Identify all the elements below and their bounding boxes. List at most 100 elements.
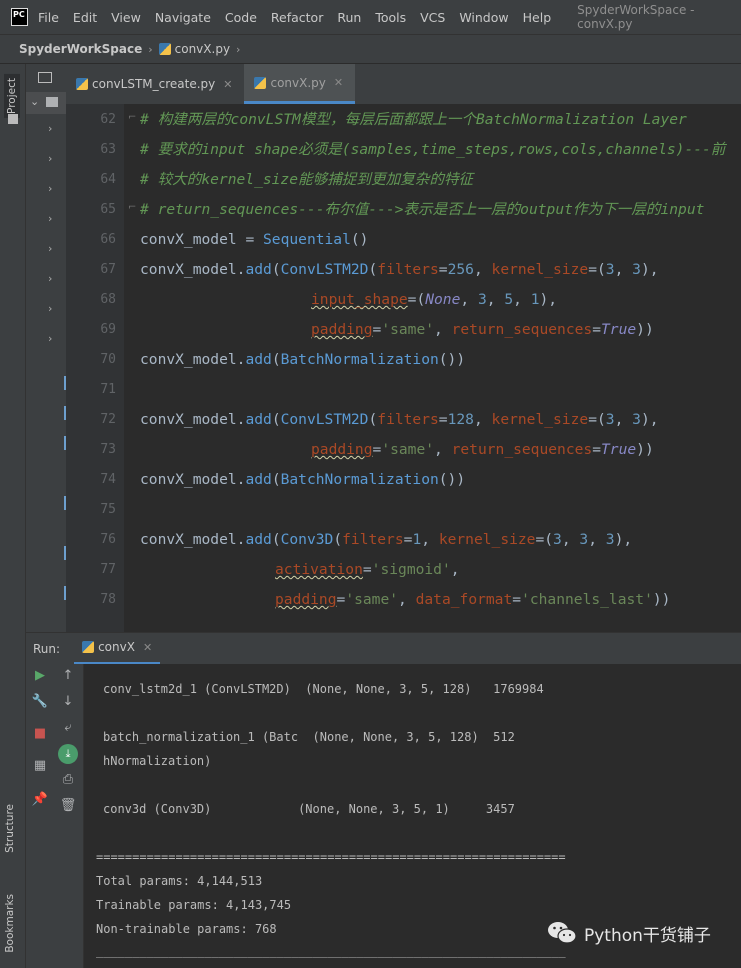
- close-icon[interactable]: ✕: [334, 76, 343, 89]
- scroll-to-end-icon[interactable]: ⤓: [58, 744, 78, 764]
- menu-window[interactable]: Window: [459, 10, 508, 25]
- tree-row[interactable]: ›: [26, 332, 66, 352]
- breadcrumb-project[interactable]: SpyderWorkSpace: [19, 42, 142, 56]
- trash-icon[interactable]: 🗑: [54, 798, 82, 820]
- close-icon[interactable]: ✕: [143, 641, 152, 654]
- run-tab-convx[interactable]: convX ✕: [74, 632, 161, 665]
- code-line-67: convX_model.add(ConvLSTM2D(filters=256, …: [140, 261, 659, 278]
- project-tool-tab[interactable]: Project: [4, 74, 20, 118]
- run-toolbar-secondary: ↑ ↓ ⤶ ⤓ ⎙ 🗑: [54, 664, 84, 968]
- line-number: 73: [100, 442, 116, 457]
- line-number: 67: [100, 262, 116, 277]
- code-line-70: convX_model.add(BatchNormalization()): [140, 351, 466, 368]
- editor-tab-bar: convLSTM_create.py ✕ convX.py ✕: [66, 64, 741, 104]
- chevron-right-icon: ›: [148, 42, 153, 56]
- tree-row[interactable]: ›: [26, 272, 66, 292]
- line-number: 68: [100, 292, 116, 307]
- line-number: 75: [100, 502, 116, 517]
- code-line-62: # 构建两层的convLSTM模型，每层后面都跟上一个BatchNormaliz…: [140, 111, 687, 128]
- console-line: Non-trainable params: 768: [96, 922, 277, 936]
- wrench-icon[interactable]: 🔧: [26, 694, 54, 716]
- chevron-right-icon: ›: [48, 302, 53, 315]
- line-number: 70: [100, 352, 116, 367]
- tree-row[interactable]: ›: [26, 242, 66, 262]
- python-file-icon: [254, 76, 267, 89]
- code-editor[interactable]: 62 63 64 65 66 67 68 69 70 71 72 73 74 7…: [66, 104, 741, 632]
- menu-tools[interactable]: Tools: [375, 10, 406, 25]
- folder-icon: [46, 97, 58, 107]
- menu-edit[interactable]: Edit: [73, 10, 97, 25]
- menu-view[interactable]: View: [111, 10, 141, 25]
- tree-row[interactable]: ›: [26, 182, 66, 202]
- tab-convlstm-create[interactable]: convLSTM_create.py ✕: [66, 64, 244, 104]
- structure-tool-tab[interactable]: Structure: [4, 804, 16, 853]
- python-file-icon: [76, 78, 88, 90]
- chevron-right-icon: ›: [236, 42, 241, 56]
- folder-icon: [8, 114, 18, 124]
- line-number: 71: [100, 382, 116, 397]
- tree-root-row[interactable]: ⌄: [26, 92, 66, 114]
- menu-vcs[interactable]: VCS: [420, 10, 445, 25]
- console-line: ========================================…: [96, 850, 566, 864]
- line-number: 64: [100, 172, 116, 187]
- stop-icon[interactable]: ■: [26, 726, 54, 748]
- tree-row[interactable]: ›: [26, 212, 66, 232]
- line-number: 78: [100, 592, 116, 607]
- arrow-down-icon[interactable]: ↓: [54, 694, 82, 716]
- chevron-right-icon: ›: [48, 212, 53, 225]
- console-line: Trainable params: 4,143,745: [96, 898, 292, 912]
- fold-marker-icon[interactable]: ⌐: [128, 112, 136, 123]
- run-tool-header: Run: convX ✕: [26, 632, 741, 665]
- tree-row[interactable]: ›: [26, 122, 66, 142]
- code-line-72: convX_model.add(ConvLSTM2D(filters=128, …: [140, 411, 659, 428]
- line-number: 66: [100, 232, 116, 247]
- print-icon[interactable]: ⎙: [54, 772, 82, 794]
- console-line: Total params: 4,144,513: [96, 874, 263, 888]
- pycharm-logo-icon: PC: [11, 8, 28, 26]
- line-number: 74: [100, 472, 116, 487]
- console-line: batch_normalization_1 (Batc (None, None,…: [103, 730, 515, 744]
- pin-icon[interactable]: 📌: [26, 792, 54, 814]
- code-line-74: convX_model.add(BatchNormalization()): [140, 471, 466, 488]
- chevron-down-icon: ⌄: [30, 95, 40, 108]
- bookmarks-tool-tab[interactable]: Bookmarks: [4, 894, 16, 953]
- arrow-up-icon[interactable]: ↑: [54, 668, 82, 690]
- window-title: SpyderWorkSpace - convX.py: [577, 3, 695, 31]
- chevron-right-icon: ›: [48, 122, 53, 135]
- fold-marker-icon[interactable]: ⌐: [128, 202, 136, 213]
- close-icon[interactable]: ✕: [223, 78, 232, 91]
- panel-layout-icon[interactable]: [38, 72, 52, 83]
- rerun-icon[interactable]: ▶: [26, 668, 54, 690]
- tab-label: convX.py: [270, 75, 326, 90]
- line-number: 72: [100, 412, 116, 427]
- code-line-68: input_shape=(None, 3, 5, 1),: [311, 291, 558, 308]
- chevron-right-icon: ›: [48, 242, 53, 255]
- line-number-gutter: 62 63 64 65 66 67 68 69 70 71 72 73 74 7…: [66, 104, 124, 632]
- menu-refactor[interactable]: Refactor: [271, 10, 323, 25]
- soft-wrap-icon[interactable]: ⤶: [54, 720, 82, 742]
- breadcrumb: SpyderWorkSpace › convX.py ›: [0, 34, 741, 64]
- console-line: conv3d (Conv3D) (None, None, 3, 5, 1) 34…: [103, 802, 515, 816]
- tab-convx[interactable]: convX.py ✕: [244, 64, 356, 104]
- code-line-77: activation='sigmoid',: [275, 561, 460, 578]
- tree-row[interactable]: ›: [26, 152, 66, 172]
- tab-label: convLSTM_create.py: [92, 77, 216, 91]
- code-line-64: # 较大的kernel_size能够捕捉到更加复杂的特征: [140, 171, 474, 188]
- menu-file[interactable]: File: [38, 10, 59, 25]
- menu-code[interactable]: Code: [225, 10, 257, 25]
- tree-row[interactable]: ›: [26, 302, 66, 322]
- layout-icon[interactable]: ▦: [26, 758, 54, 780]
- project-panel: ⌄ › › › › › › › ›: [26, 64, 66, 632]
- menu-run[interactable]: Run: [337, 10, 361, 25]
- line-number: 69: [100, 322, 116, 337]
- menu-navigate[interactable]: Navigate: [155, 10, 211, 25]
- line-number: 65: [100, 202, 116, 217]
- run-toolbar-primary: ▶ 🔧 ■ ▦ 📌: [26, 664, 54, 968]
- chevron-right-icon: ›: [48, 272, 53, 285]
- breadcrumb-file[interactable]: convX.py: [175, 42, 230, 56]
- wechat-icon: [548, 922, 577, 944]
- python-file-icon: [82, 641, 95, 653]
- menu-help[interactable]: Help: [523, 10, 552, 25]
- code-line-66: convX_model = Sequential(): [140, 231, 369, 248]
- code-line-78: padding='same', data_format='channels_la…: [275, 591, 671, 608]
